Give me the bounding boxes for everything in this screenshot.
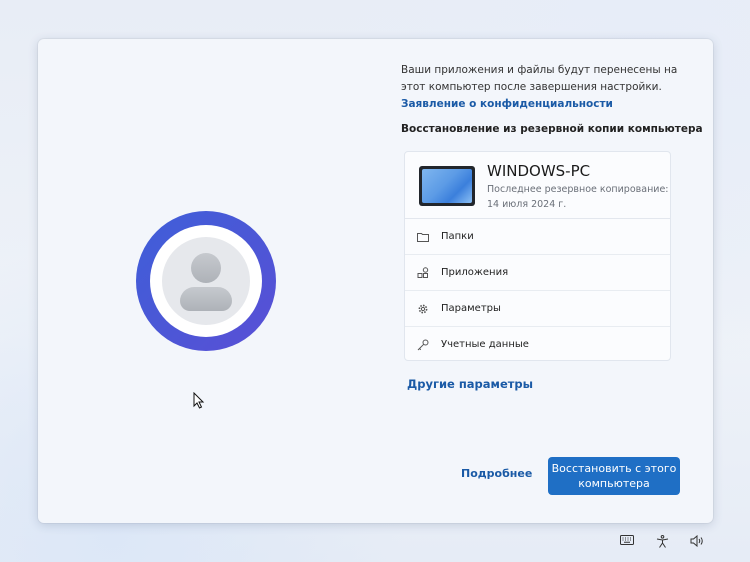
backup-item-credentials: Учетные данные xyxy=(405,327,670,362)
backup-item-apps: Приложения xyxy=(405,255,670,291)
mouse-cursor-icon xyxy=(193,392,205,409)
user-avatar xyxy=(136,211,276,351)
accessibility-icon[interactable] xyxy=(656,535,669,548)
restore-button-label: Восстановить с этого компьютера xyxy=(551,462,677,490)
section-title: Восстановление из резервной копии компью… xyxy=(401,123,703,135)
device-name: WINDOWS-PC xyxy=(487,162,591,180)
device-summary: WINDOWS-PC Последнее резервное копирован… xyxy=(405,152,670,219)
backup-item-label: Учетные данные xyxy=(441,339,529,350)
intro-description: Ваши приложения и файлы будут перенесены… xyxy=(401,64,678,93)
learn-more-button[interactable]: Подробнее xyxy=(461,467,532,480)
restore-button[interactable]: Восстановить с этого компьютера xyxy=(548,457,680,495)
volume-icon[interactable] xyxy=(690,535,705,547)
backup-item-label: Папки xyxy=(441,231,474,242)
backup-card: WINDOWS-PC Последнее резервное копирован… xyxy=(404,151,671,361)
keyboard-icon[interactable] xyxy=(620,535,634,545)
backup-info: Последнее резервное копирование: 14 июля… xyxy=(487,182,669,212)
apps-icon xyxy=(405,266,441,279)
folder-icon xyxy=(405,232,441,242)
privacy-statement-link[interactable]: Заявление о конфиденциальности xyxy=(401,98,613,110)
backup-item-settings: Параметры xyxy=(405,291,670,327)
avatar-placeholder-icon xyxy=(162,237,250,325)
setup-panel: Ваши приложения и файлы будут перенесены… xyxy=(38,39,713,523)
backup-date: 14 июля 2024 г. xyxy=(487,199,567,210)
other-options-link[interactable]: Другие параметры xyxy=(407,377,533,391)
key-icon xyxy=(405,339,441,351)
backup-item-label: Приложения xyxy=(441,267,509,278)
gear-icon xyxy=(405,303,441,315)
backup-item-folders: Папки xyxy=(405,219,670,255)
backup-label: Последнее резервное копирование: xyxy=(487,184,669,195)
laptop-icon xyxy=(419,166,475,206)
backup-item-label: Параметры xyxy=(441,303,501,314)
intro-text: Ваши приложения и файлы будут перенесены… xyxy=(401,62,691,113)
